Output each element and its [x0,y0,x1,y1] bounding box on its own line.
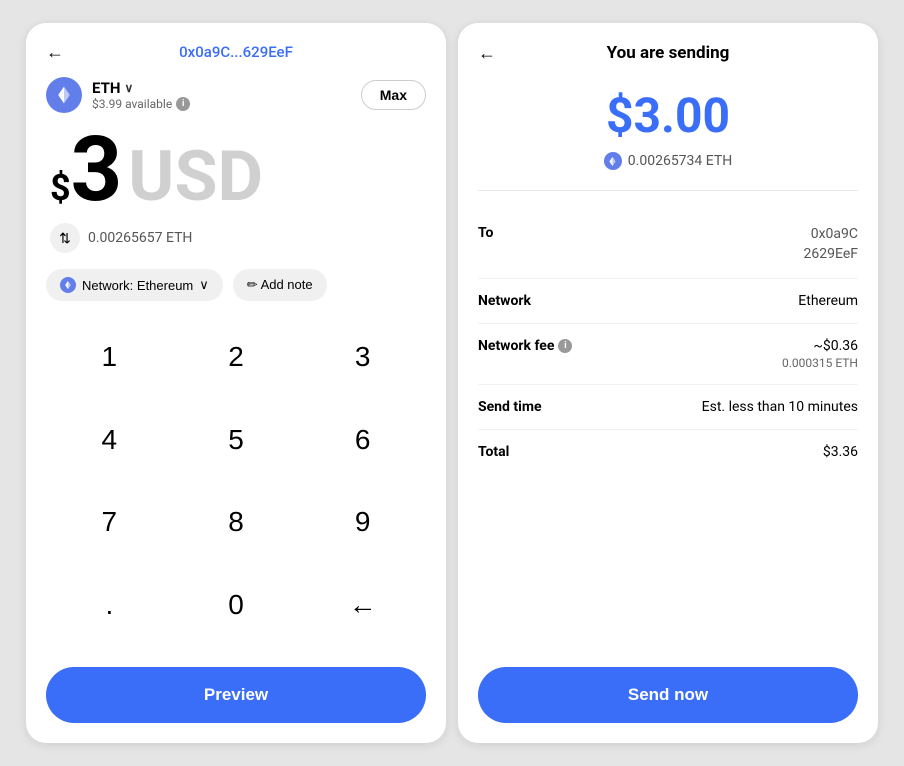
numpad-4[interactable]: 4 [46,404,173,476]
numpad-0[interactable]: 0 [173,569,300,641]
fee-value-container: ~$0.36 0.000315 ETH [782,338,858,370]
fee-label: Network fee i [478,338,572,354]
left-header: ← 0x0a9C...629EeF [46,43,426,61]
total-row: Total $3.36 [478,430,858,474]
numpad-3[interactable]: 3 [299,321,426,393]
network-fee-row: Network fee i ~$0.36 0.000315 ETH [478,324,858,385]
right-panel: ← You are sending $3.00 0.00265734 ETH [458,23,878,743]
numpad: 123 456 789.0← [46,321,426,651]
network-row: Network Ethereum [478,279,858,324]
numpad-7[interactable]: 7 [46,486,173,558]
swap-currency-button[interactable]: ⇅ [50,223,80,253]
send-time-label: Send time [478,399,542,415]
left-back-button[interactable]: ← [46,42,64,63]
preview-button[interactable]: Preview [46,667,426,723]
numpad-9[interactable]: 9 [299,486,426,558]
send-now-button[interactable]: Send now [478,667,858,723]
network-eth-icon [60,277,76,293]
token-selector[interactable]: ETH ∨ [92,79,190,97]
total-value: $3.36 [823,444,858,460]
numpad-2[interactable]: 2 [173,321,300,393]
right-header: ← You are sending [478,43,858,63]
eth-amount-row: ⇅ 0.00265657 ETH [46,223,426,253]
eth-amount-text: 0.00265657 ETH [88,230,192,246]
token-details: ETH ∨ $3.99 available i [92,79,190,111]
to-row: To 0x0a9C 2629EeF [478,211,858,279]
numpad-8[interactable]: 8 [173,486,300,558]
recipient-address: 0x0a9C...629EeF [179,43,293,61]
send-time-value: Est. less than 10 minutes [702,399,858,415]
total-label: Total [478,444,509,460]
dollar-sign: $ [50,170,71,206]
to-address: 0x0a9C 2629EeF [804,225,858,264]
numpad-1[interactable]: 1 [46,321,173,393]
send-eth-icon [604,152,622,170]
max-button[interactable]: Max [361,80,426,110]
right-panel-title: You are sending [607,43,730,63]
token-row: ETH ∨ $3.99 available i Max [46,77,426,113]
send-time-row: Send time Est. less than 10 minutes [478,385,858,430]
send-eth-amount: 0.00265734 ETH [628,153,732,169]
amount-number: 3 [71,125,123,215]
send-amount-usd: $3.00 [478,87,858,144]
numpad-backspace[interactable]: ← [299,569,426,641]
amount-currency: USD [128,142,263,212]
fee-usd: ~$0.36 [782,338,858,354]
numpad-5[interactable]: 5 [173,404,300,476]
token-chevron-icon: ∨ [124,81,133,95]
amount-display: $ 3 USD [46,125,426,215]
controls-row: Network: Ethereum ∨ ✏ Add note [46,269,426,301]
network-selector-button[interactable]: Network: Ethereum ∨ [46,269,223,301]
transaction-details: To 0x0a9C 2629EeF Network Ethereum Netwo… [478,211,858,647]
to-label: To [478,225,493,241]
token-info: ETH ∨ $3.99 available i [46,77,190,113]
right-back-button[interactable]: ← [478,43,496,64]
network-chevron-icon: ∨ [199,277,209,293]
network-label: Network: Ethereum [82,278,193,293]
token-available: $3.99 available i [92,97,190,111]
network-label-right: Network [478,293,531,309]
info-icon[interactable]: i [176,97,190,111]
add-note-button[interactable]: ✏ Add note [233,269,327,301]
numpad-decimal[interactable]: . [46,569,173,641]
numpad-6[interactable]: 6 [299,404,426,476]
send-amount-eth: 0.00265734 ETH [478,152,858,191]
eth-icon [46,77,82,113]
network-value: Ethereum [798,293,858,309]
left-panel: ← 0x0a9C...629EeF ETH [26,23,446,743]
fee-eth: 0.000315 ETH [782,356,858,370]
fee-info-icon[interactable]: i [558,339,572,353]
